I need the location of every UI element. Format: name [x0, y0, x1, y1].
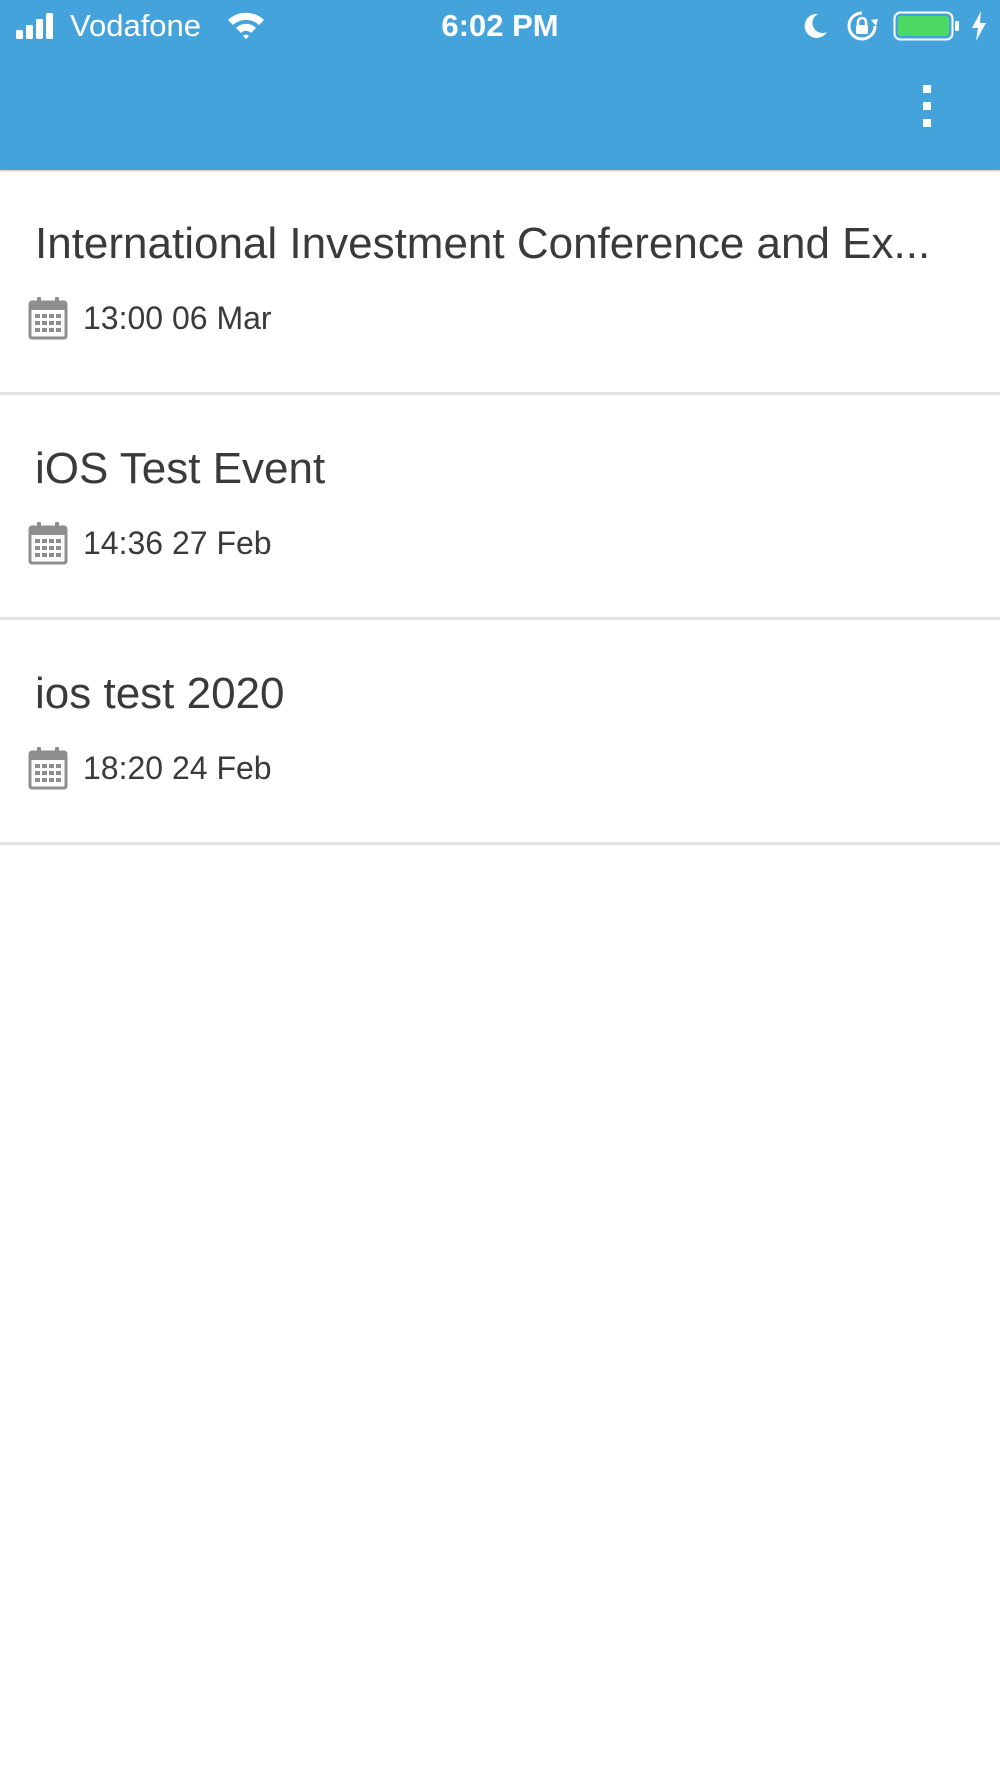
header: Vodafone 6:02 PM [0, 0, 1000, 170]
battery-icon [893, 11, 959, 41]
more-options-button[interactable] [900, 74, 954, 138]
event-meta: 14:36 27 Feb [28, 521, 272, 565]
app-bar [0, 52, 1000, 170]
more-vertical-icon [923, 85, 931, 93]
calendar-icon [28, 522, 68, 565]
charging-icon [972, 11, 986, 41]
event-list: International Investment Conference and … [0, 170, 1000, 845]
event-title: International Investment Conference and … [35, 219, 931, 268]
event-list-item[interactable]: ios test 2020 18:20 24 Feb [0, 620, 1000, 845]
more-vertical-icon-dot [923, 102, 931, 110]
event-datetime: 13:00 06 Mar [83, 300, 272, 336]
orientation-lock-icon [847, 11, 878, 41]
more-vertical-icon-dot [923, 119, 931, 127]
moon-icon [804, 13, 827, 38]
event-title: ios test 2020 [35, 669, 285, 718]
event-title: iOS Test Event [35, 444, 326, 493]
event-meta: 13:00 06 Mar [28, 296, 272, 340]
calendar-icon [28, 747, 68, 790]
app-screen: Vodafone 6:02 PM International Investmen… [0, 0, 1000, 1778]
event-list-item[interactable]: iOS Test Event 14:36 27 Feb [0, 395, 1000, 620]
event-datetime: 14:36 27 Feb [83, 525, 272, 561]
event-datetime: 18:20 24 Feb [83, 750, 272, 786]
event-list-item[interactable]: International Investment Conference and … [0, 170, 1000, 395]
status-bar: Vodafone 6:02 PM [0, 0, 1000, 52]
event-meta: 18:20 24 Feb [28, 746, 272, 790]
calendar-icon [28, 297, 68, 340]
